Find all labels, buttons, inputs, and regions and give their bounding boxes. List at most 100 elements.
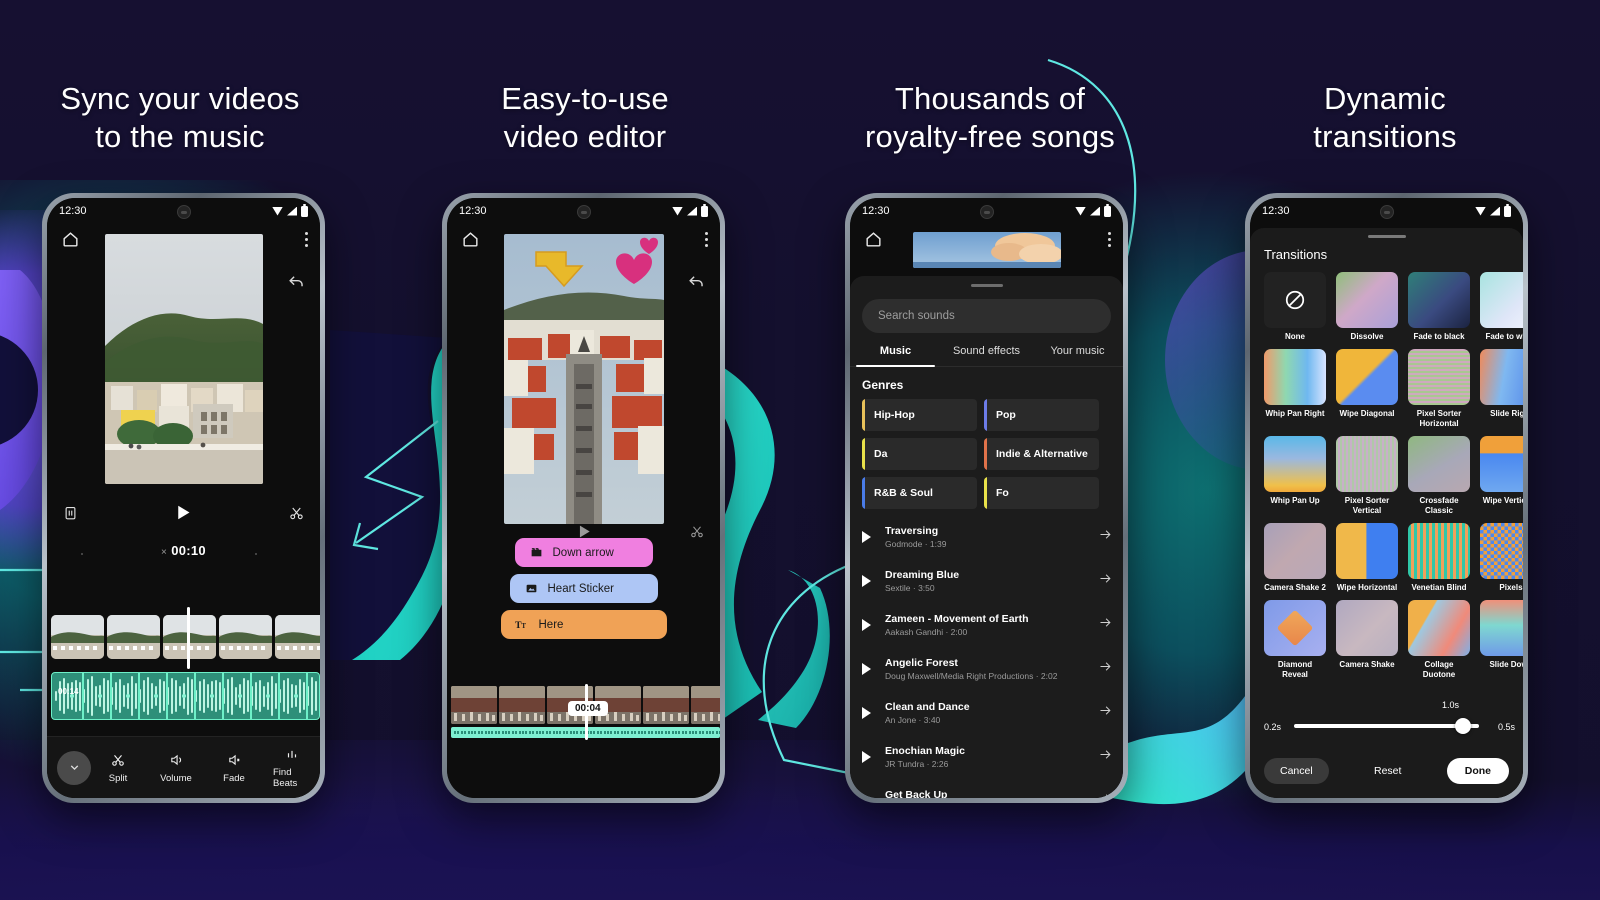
timeline-playhead[interactable]: [187, 607, 190, 669]
play-icon[interactable]: [862, 619, 871, 631]
trash-icon[interactable]: [63, 504, 78, 526]
transition-cell[interactable]: Camera Shake 2: [1264, 523, 1326, 593]
transition-cell[interactable]: Fade to black: [1408, 272, 1470, 342]
home-icon[interactable]: [459, 228, 481, 250]
transition-thumbnail[interactable]: [1264, 600, 1326, 656]
genre-chip[interactable]: Pop: [984, 399, 1099, 431]
transition-cell[interactable]: Fade to white: [1480, 272, 1523, 342]
transition-cell[interactable]: Slide Down: [1480, 600, 1523, 680]
filmstrip-frame[interactable]: [451, 686, 497, 724]
transition-thumbnail[interactable]: [1408, 436, 1470, 492]
transition-thumbnail[interactable]: [1480, 272, 1523, 328]
transition-thumbnail[interactable]: [1480, 349, 1523, 405]
filmstrip-frame[interactable]: [643, 686, 689, 724]
play-icon[interactable]: [862, 663, 871, 675]
song-row[interactable]: Clean and Dance An Jone · 3:40: [850, 691, 1123, 735]
filmstrip-frame[interactable]: [51, 615, 104, 659]
slider-track[interactable]: [1294, 724, 1479, 728]
home-icon[interactable]: [862, 228, 884, 250]
kebab-menu-icon[interactable]: [1108, 228, 1111, 250]
transition-thumbnail[interactable]: [1336, 436, 1398, 492]
filmstrip-frame[interactable]: [275, 615, 320, 659]
tool-split[interactable]: Split: [99, 752, 137, 784]
arrow-right-icon[interactable]: [1098, 747, 1113, 767]
transition-cell[interactable]: Whip Pan Up: [1264, 436, 1326, 516]
song-row[interactable]: Angelic Forest Doug Maxwell/Media Right P…: [850, 647, 1123, 691]
play-icon[interactable]: [862, 575, 871, 587]
transition-cell[interactable]: Wipe Horizontal: [1336, 523, 1398, 593]
song-row[interactable]: Zameen - Movement of Earth Aakash Gandhi …: [850, 603, 1123, 647]
layer-chip-heart-sticker[interactable]: Heart Sticker: [509, 574, 658, 603]
transition-thumbnail[interactable]: [1480, 523, 1523, 579]
transition-cell[interactable]: Whip Pan Right: [1264, 349, 1326, 429]
transition-thumbnail[interactable]: [1336, 349, 1398, 405]
transition-cell[interactable]: Crossfade Classic: [1408, 436, 1470, 516]
genre-chip[interactable]: R&B & Soul: [862, 477, 977, 509]
play-icon[interactable]: [862, 707, 871, 719]
undo-icon[interactable]: [287, 272, 306, 296]
transition-thumbnail[interactable]: [1336, 523, 1398, 579]
transition-thumbnail[interactable]: [1336, 600, 1398, 656]
genre-chip[interactable]: Fo: [984, 477, 1099, 509]
song-row[interactable]: Enochian Magic JR Tundra · 2:26: [850, 735, 1123, 779]
transition-cell[interactable]: Wipe Vertical 2: [1480, 436, 1523, 516]
audio-track[interactable]: 00:14: [51, 672, 320, 720]
filmstrip-frame[interactable]: [219, 615, 272, 659]
play-icon[interactable]: [862, 751, 871, 763]
transition-thumbnail[interactable]: [1264, 272, 1326, 328]
sheet-grabber[interactable]: [1367, 235, 1406, 238]
slider-thumb[interactable]: [1455, 718, 1471, 734]
arrow-right-icon[interactable]: [1098, 527, 1113, 547]
arrow-right-icon[interactable]: [1098, 659, 1113, 679]
chevron-down-icon[interactable]: [57, 750, 91, 785]
transition-thumbnail[interactable]: [1336, 272, 1398, 328]
arrow-right-icon[interactable]: [1098, 791, 1113, 798]
layer-chip-down-arrow[interactable]: Down arrow: [514, 538, 653, 567]
duration-slider[interactable]: 0.2s 1.0s 0.5s: [1250, 698, 1523, 742]
arrow-right-icon[interactable]: [1098, 615, 1113, 635]
tab-sound-effects[interactable]: Sound effects: [941, 345, 1032, 366]
transition-thumbnail[interactable]: [1264, 349, 1326, 405]
transition-thumbnail[interactable]: [1264, 523, 1326, 579]
arrow-right-icon[interactable]: [1098, 703, 1113, 723]
tab-music[interactable]: Music: [850, 345, 941, 367]
transition-thumbnail[interactable]: [1480, 436, 1523, 492]
kebab-menu-icon[interactable]: [705, 228, 708, 250]
transition-cell[interactable]: Wipe Diagonal: [1336, 349, 1398, 429]
tool-fade[interactable]: Fade: [215, 752, 253, 784]
play-icon[interactable]: [862, 531, 871, 543]
scissors-icon[interactable]: [289, 505, 304, 526]
transition-thumbnail[interactable]: [1408, 272, 1470, 328]
search-input[interactable]: Search sounds: [862, 299, 1111, 333]
filmstrip-frame[interactable]: [499, 686, 545, 724]
kebab-menu-icon[interactable]: [305, 228, 308, 250]
tool-find-beats[interactable]: Find Beats: [273, 746, 311, 789]
cancel-button[interactable]: Cancel: [1264, 758, 1329, 784]
transition-cell[interactable]: Venetian Blind: [1408, 523, 1470, 593]
tab-your-music[interactable]: Your music: [1032, 345, 1123, 366]
transition-cell[interactable]: None: [1264, 272, 1326, 342]
transition-cell[interactable]: Pixel Sorter Horizontal: [1408, 349, 1470, 429]
genre-chip[interactable]: Hip-Hop: [862, 399, 977, 431]
sheet-grabber[interactable]: [970, 284, 1003, 287]
transition-cell[interactable]: Diamond Reveal: [1264, 600, 1326, 680]
transition-thumbnail[interactable]: [1408, 600, 1470, 656]
transition-thumbnail[interactable]: [1480, 600, 1523, 656]
transition-thumbnail[interactable]: [1408, 523, 1470, 579]
done-button[interactable]: Done: [1446, 758, 1509, 784]
reset-button[interactable]: Reset: [1374, 765, 1401, 777]
play-icon[interactable]: [862, 795, 871, 798]
video-filmstrip[interactable]: [51, 615, 320, 659]
transition-cell[interactable]: Slide Right: [1480, 349, 1523, 429]
transition-cell[interactable]: Collage Duotone: [1408, 600, 1470, 680]
arrow-right-icon[interactable]: [1098, 571, 1113, 591]
song-row[interactable]: Get Back UpSilent Partner · 4:46: [850, 779, 1123, 798]
play-icon[interactable]: [176, 504, 191, 526]
transition-cell[interactable]: Camera Shake: [1336, 600, 1398, 680]
layer-chip-text[interactable]: TT Here: [500, 610, 667, 639]
transition-thumbnail[interactable]: [1408, 349, 1470, 405]
transition-cell[interactable]: Pixels: [1480, 523, 1523, 593]
video-preview[interactable]: [503, 234, 664, 524]
transition-cell[interactable]: Dissolve: [1336, 272, 1398, 342]
song-row[interactable]: Traversing Godmode · 1:39: [850, 515, 1123, 559]
